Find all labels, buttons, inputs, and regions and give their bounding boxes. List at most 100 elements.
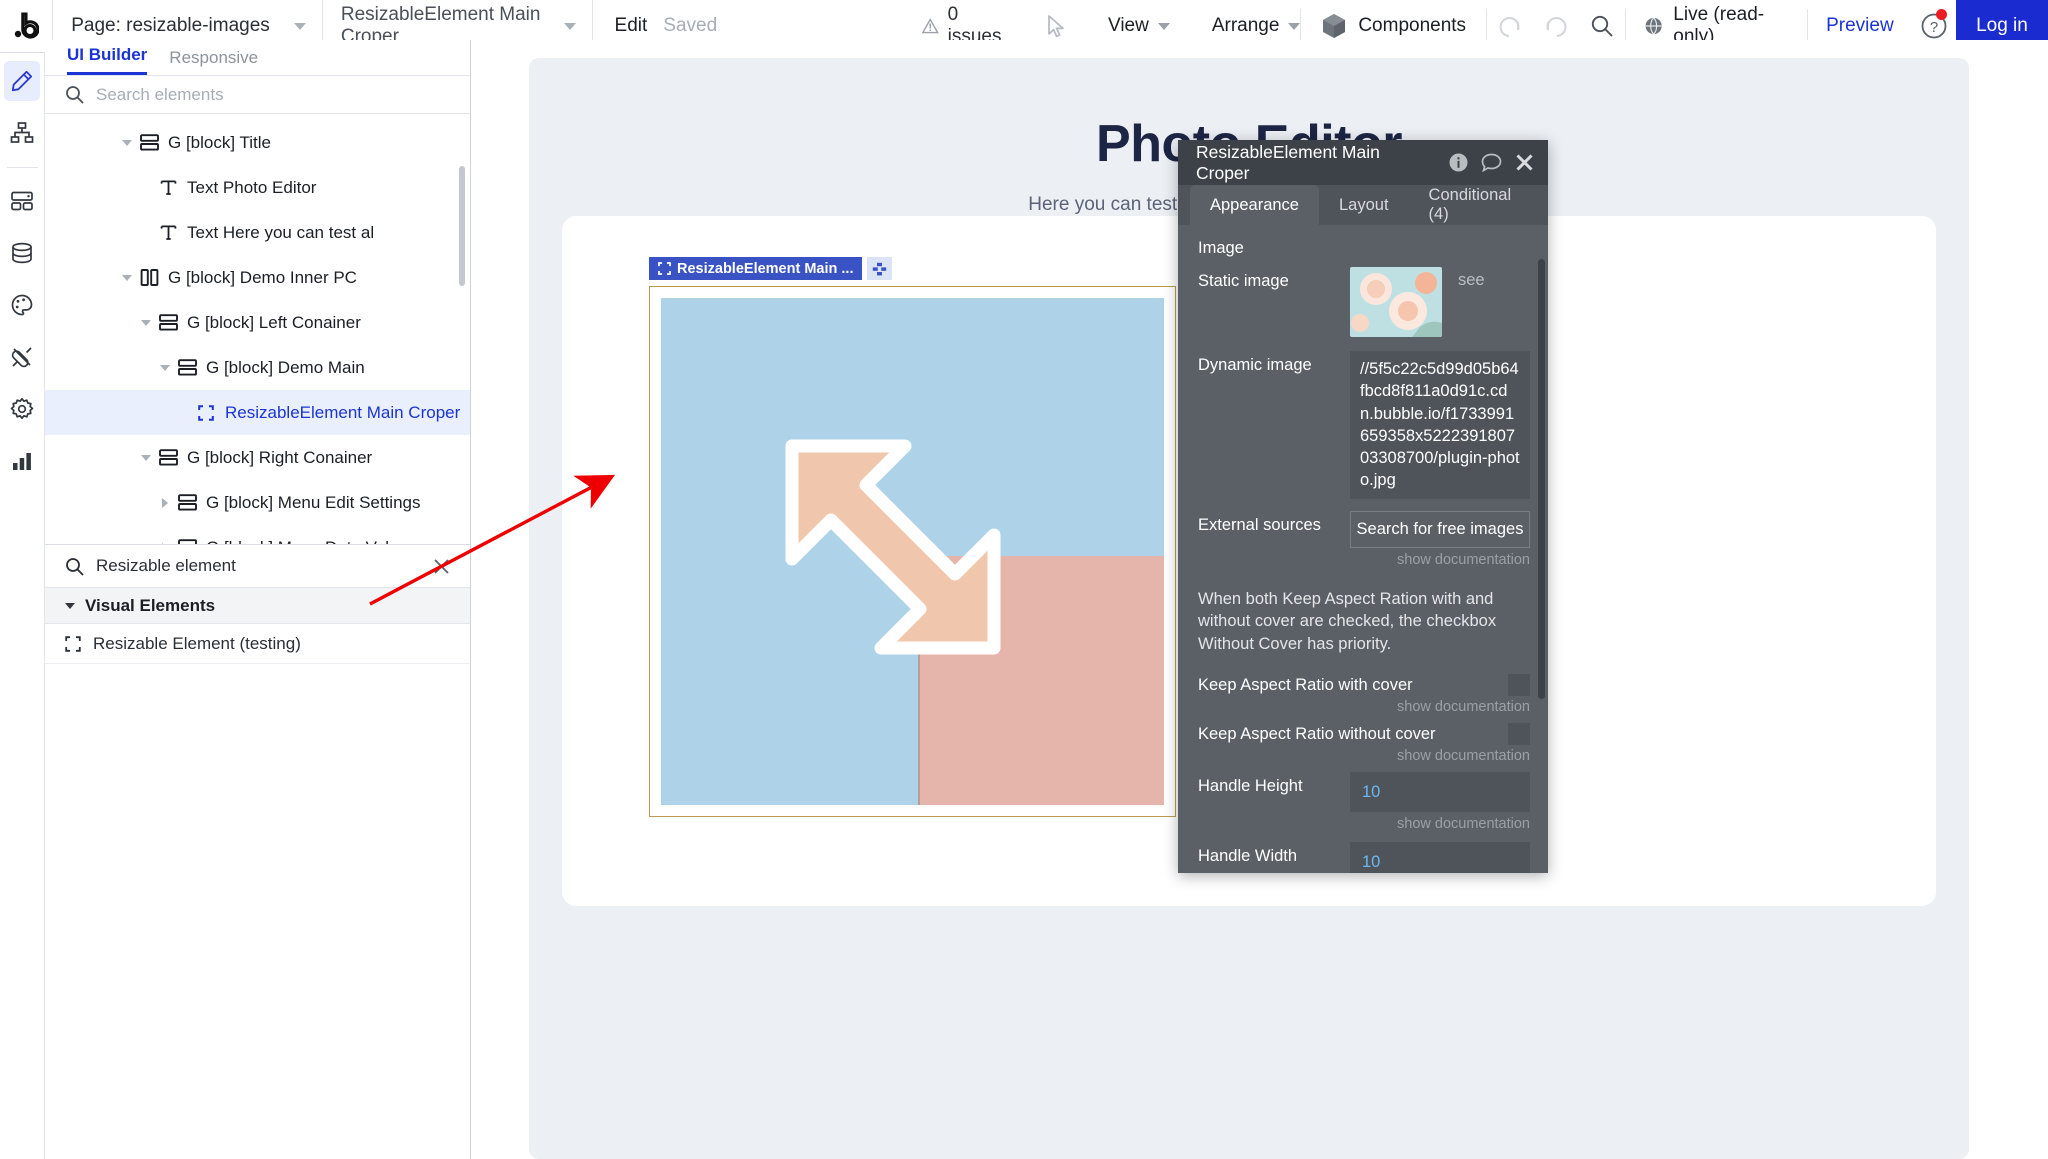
keep-ratio-nocover-row: Keep Aspect Ratio without cover show doc… (1198, 723, 1530, 764)
element-badge-text: ResizableElement Main ... (677, 261, 853, 277)
keep-ratio-cover-checkbox[interactable] (1508, 674, 1530, 696)
palette-item-resizable-element[interactable]: Resizable Element (testing) (45, 624, 470, 664)
tree-item-label: Text Here you can test al (187, 223, 374, 243)
warning-icon (922, 17, 938, 35)
rail-item-elements[interactable] (4, 181, 40, 221)
palette-section-header[interactable]: Visual Elements (45, 588, 470, 624)
tree-item-label: G [block] Title (168, 133, 271, 153)
tree-item[interactable]: G [block] Left Conainer (45, 300, 470, 345)
show-documentation-link[interactable]: show documentation (1350, 552, 1530, 568)
tree-scrollbar[interactable] (459, 166, 465, 286)
saved-status: Saved (663, 15, 717, 37)
tree-item[interactable]: Text Photo Editor (45, 165, 470, 210)
login-label: Log in (1976, 15, 2028, 37)
tree-item[interactable]: G [block] Demo Inner PC (45, 255, 470, 300)
search-icon (65, 557, 84, 576)
resize-icon (658, 262, 671, 275)
handle-width-row: Handle Width 10 show documentation (1198, 842, 1530, 873)
palette-search-row[interactable]: Resizable element (45, 544, 470, 588)
gear-icon (10, 397, 34, 421)
rail-item-settings[interactable] (4, 389, 40, 429)
show-documentation-link[interactable]: show documentation (1198, 699, 1530, 715)
tree-twisty-collapsed[interactable] (156, 498, 174, 508)
properties-panel-tabs: Appearance Layout Conditional (4) (1178, 185, 1548, 225)
tree-item[interactable]: G [block] Menu Data Values (45, 525, 470, 544)
palette-search-value: Resizable element (96, 556, 421, 576)
tree-item[interactable]: G [block] Right Conainer (45, 435, 470, 480)
hierarchy-icon (872, 262, 887, 276)
tab-responsive[interactable]: Responsive (169, 48, 258, 75)
arrange-menu-label: Arrange (1212, 15, 1280, 37)
rows-icon (174, 359, 200, 376)
rail-item-logs[interactable] (4, 441, 40, 481)
pointer-tool-icon[interactable] (1047, 15, 1066, 38)
keep-ratio-nocover-checkbox[interactable] (1508, 723, 1530, 745)
chevron-down-icon (564, 23, 576, 30)
search-icon (1590, 14, 1614, 38)
info-icon[interactable] (1449, 153, 1468, 172)
chevron-down-icon (1288, 23, 1300, 30)
static-image-see-link[interactable]: see (1458, 267, 1485, 290)
tree-twisty-expanded[interactable] (137, 455, 155, 461)
rail-item-plugins[interactable] (4, 337, 40, 377)
close-icon[interactable] (433, 558, 450, 575)
static-image-row: Static image see (1198, 267, 1530, 337)
search-icon (65, 85, 84, 104)
show-documentation-link[interactable]: show documentation (1350, 816, 1530, 832)
rows-icon (155, 314, 181, 331)
rail-item-design[interactable] (4, 61, 40, 101)
properties-panel-title: ResizableElement Main Croper (1196, 142, 1436, 184)
tab-layout[interactable]: Layout (1319, 185, 1409, 225)
external-sources-label: External sources (1198, 511, 1350, 535)
tree-item-label: G [block] Menu Data Values (206, 538, 416, 545)
tree-item[interactable]: ResizableElement Main Croper (45, 390, 470, 435)
tree-twisty-expanded[interactable] (118, 140, 136, 146)
edit-label[interactable]: Edit (593, 15, 664, 37)
elements-icon (10, 189, 34, 213)
element-badge: ResizableElement Main ... (649, 257, 892, 280)
tree-twisty-expanded[interactable] (118, 275, 136, 281)
search-elements-row[interactable] (45, 76, 470, 114)
tab-ui-builder[interactable]: UI Builder (67, 45, 147, 75)
rail-item-styles[interactable] (4, 285, 40, 325)
arrange-menu[interactable]: Arrange (1212, 15, 1301, 37)
tree-item[interactable]: Text Here you can test al (45, 210, 470, 255)
tree-item-label: ResizableElement Main Croper (225, 403, 460, 423)
element-tree: G [block] Title Text Photo Editor Text Her… (45, 114, 470, 544)
image-section-label: Image (1198, 239, 1530, 258)
tree-item[interactable]: G [block] Menu Edit Settings (45, 480, 470, 525)
show-documentation-link[interactable]: show documentation (1198, 748, 1530, 764)
tab-appearance[interactable]: Appearance (1190, 185, 1319, 225)
rail-item-data[interactable] (4, 233, 40, 273)
database-icon (10, 241, 34, 265)
close-icon[interactable] (1515, 153, 1534, 172)
rows-icon (174, 494, 200, 511)
tree-item-label: G [block] Demo Main (206, 358, 365, 378)
static-image-label: Static image (1198, 267, 1350, 291)
element-badge-label-wrap[interactable]: ResizableElement Main ... (649, 257, 862, 280)
element-badge-hierarchy-button[interactable] (867, 257, 892, 280)
handle-height-input[interactable]: 10 (1350, 772, 1530, 812)
search-free-images-button[interactable]: Search for free images (1350, 511, 1530, 548)
resizable-element-canvas[interactable] (649, 286, 1176, 817)
dynamic-image-input[interactable]: //5f5c22c5d99d05b64fbcd8f811a0d91c.cdn.b… (1350, 351, 1530, 499)
tree-item[interactable]: G [block] Demo Main (45, 345, 470, 390)
properties-scrollbar[interactable] (1538, 259, 1545, 699)
tree-twisty-expanded[interactable] (156, 365, 174, 371)
view-menu[interactable]: View (1108, 15, 1170, 37)
chevron-down-icon (65, 603, 75, 609)
tree-item[interactable]: G [block] Title (45, 120, 470, 165)
tree-twisty-expanded[interactable] (137, 320, 155, 326)
tab-conditional[interactable]: Conditional (4) (1409, 185, 1548, 225)
text-icon (155, 179, 181, 196)
handle-width-input[interactable]: 10 (1350, 842, 1530, 873)
rows-icon (174, 539, 200, 544)
search-elements-input[interactable] (96, 85, 426, 105)
comment-icon[interactable] (1481, 153, 1502, 172)
rail-item-workflow[interactable] (4, 113, 40, 153)
cols-icon (136, 269, 162, 286)
static-image-thumbnail[interactable] (1350, 267, 1442, 337)
preview-label: Preview (1826, 15, 1894, 37)
tree-twisty-collapsed[interactable] (156, 543, 174, 545)
undo-icon (1497, 13, 1523, 39)
